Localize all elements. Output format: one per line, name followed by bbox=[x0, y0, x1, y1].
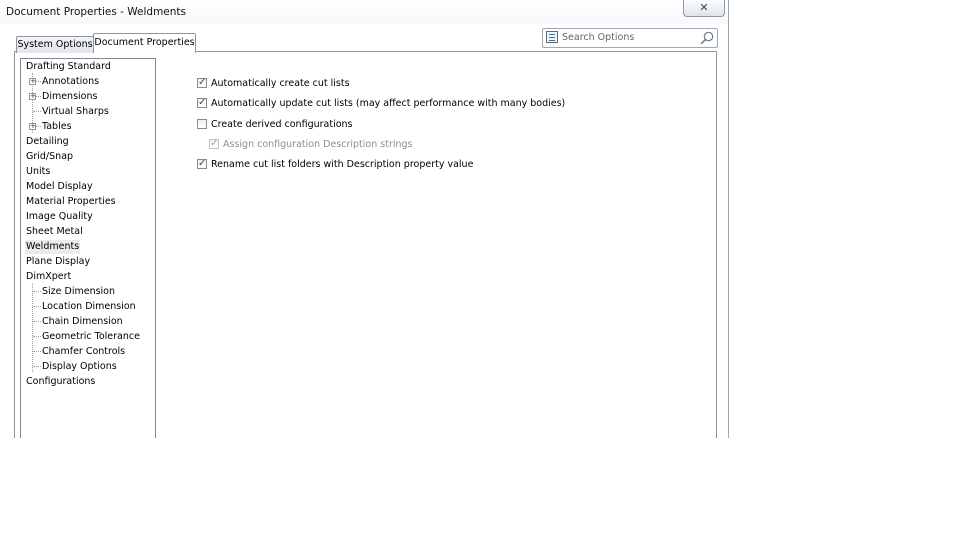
checkbox bbox=[209, 137, 219, 151]
tree-item-tables[interactable]: Tables bbox=[41, 120, 73, 134]
tree-item-geometric-tolerance[interactable]: Geometric Tolerance bbox=[41, 330, 141, 344]
tree-item-chain-dimension[interactable]: Chain Dimension bbox=[41, 315, 124, 329]
tab-system-options[interactable]: System Options bbox=[16, 36, 94, 53]
tree-item-drafting-standard[interactable]: Drafting Standard bbox=[25, 60, 112, 74]
expand-annotations-icon[interactable]: + bbox=[29, 78, 36, 85]
tree-item-image-quality[interactable]: Image Quality bbox=[25, 210, 94, 224]
magnifier-icon[interactable] bbox=[700, 31, 714, 45]
tab-document-properties[interactable]: Document Properties bbox=[93, 33, 196, 53]
option-label: Automatically create cut lists bbox=[211, 78, 350, 89]
options-tree: + + + Drafting Standard Annotations Dime… bbox=[20, 58, 156, 438]
expand-tables-icon[interactable]: + bbox=[29, 123, 36, 130]
option-label: Rename cut list folders with Description… bbox=[211, 159, 474, 170]
title-bar[interactable]: Document Properties - Weldments ✕ bbox=[0, 0, 728, 24]
search-input[interactable] bbox=[562, 30, 692, 45]
tree-item-grid-snap[interactable]: Grid/Snap bbox=[25, 150, 74, 164]
tree-item-location-dimension[interactable]: Location Dimension bbox=[41, 300, 137, 314]
tree-item-dimxpert[interactable]: DimXpert bbox=[25, 270, 72, 284]
tree-item-units[interactable]: Units bbox=[25, 165, 51, 179]
tree-item-configurations[interactable]: Configurations bbox=[25, 375, 96, 389]
tree-item-weldments[interactable]: Weldments bbox=[25, 240, 81, 254]
tree-item-model-display[interactable]: Model Display bbox=[25, 180, 94, 194]
checkbox[interactable] bbox=[197, 119, 207, 129]
window-title: Document Properties - Weldments bbox=[6, 6, 187, 18]
option-label: Assign configuration Description strings bbox=[223, 139, 413, 150]
tree-item-material-properties[interactable]: Material Properties bbox=[25, 195, 117, 209]
close-icon: ✕ bbox=[699, 1, 709, 14]
option-label: Create derived configurations bbox=[211, 119, 353, 130]
tree-item-annotations[interactable]: Annotations bbox=[41, 75, 100, 89]
search-box[interactable] bbox=[542, 28, 718, 48]
tree-item-dimensions[interactable]: Dimensions bbox=[41, 90, 98, 104]
tree-item-size-dimension[interactable]: Size Dimension bbox=[41, 285, 116, 299]
tree-item-chamfer-controls[interactable]: Chamfer Controls bbox=[41, 345, 126, 359]
close-button[interactable]: ✕ bbox=[683, 0, 725, 17]
tab-label: System Options bbox=[17, 39, 93, 50]
document-properties-dialog: Document Properties - Weldments ✕ System… bbox=[0, 0, 729, 438]
tree-item-display-options[interactable]: Display Options bbox=[41, 360, 118, 374]
tab-label: Document Properties bbox=[94, 37, 195, 48]
tree-item-sheet-metal[interactable]: Sheet Metal bbox=[25, 225, 84, 239]
checkbox[interactable] bbox=[197, 76, 207, 90]
tree-item-virtual-sharps[interactable]: Virtual Sharps bbox=[41, 105, 110, 119]
checkbox[interactable] bbox=[197, 157, 207, 171]
checkbox[interactable] bbox=[197, 96, 207, 110]
option-label: Automatically update cut lists (may affe… bbox=[211, 98, 566, 109]
options-list-icon[interactable] bbox=[546, 31, 558, 43]
expand-dimensions-icon[interactable]: + bbox=[29, 93, 36, 100]
tree-item-detailing[interactable]: Detailing bbox=[25, 135, 70, 149]
tree-item-plane-display[interactable]: Plane Display bbox=[25, 255, 91, 269]
